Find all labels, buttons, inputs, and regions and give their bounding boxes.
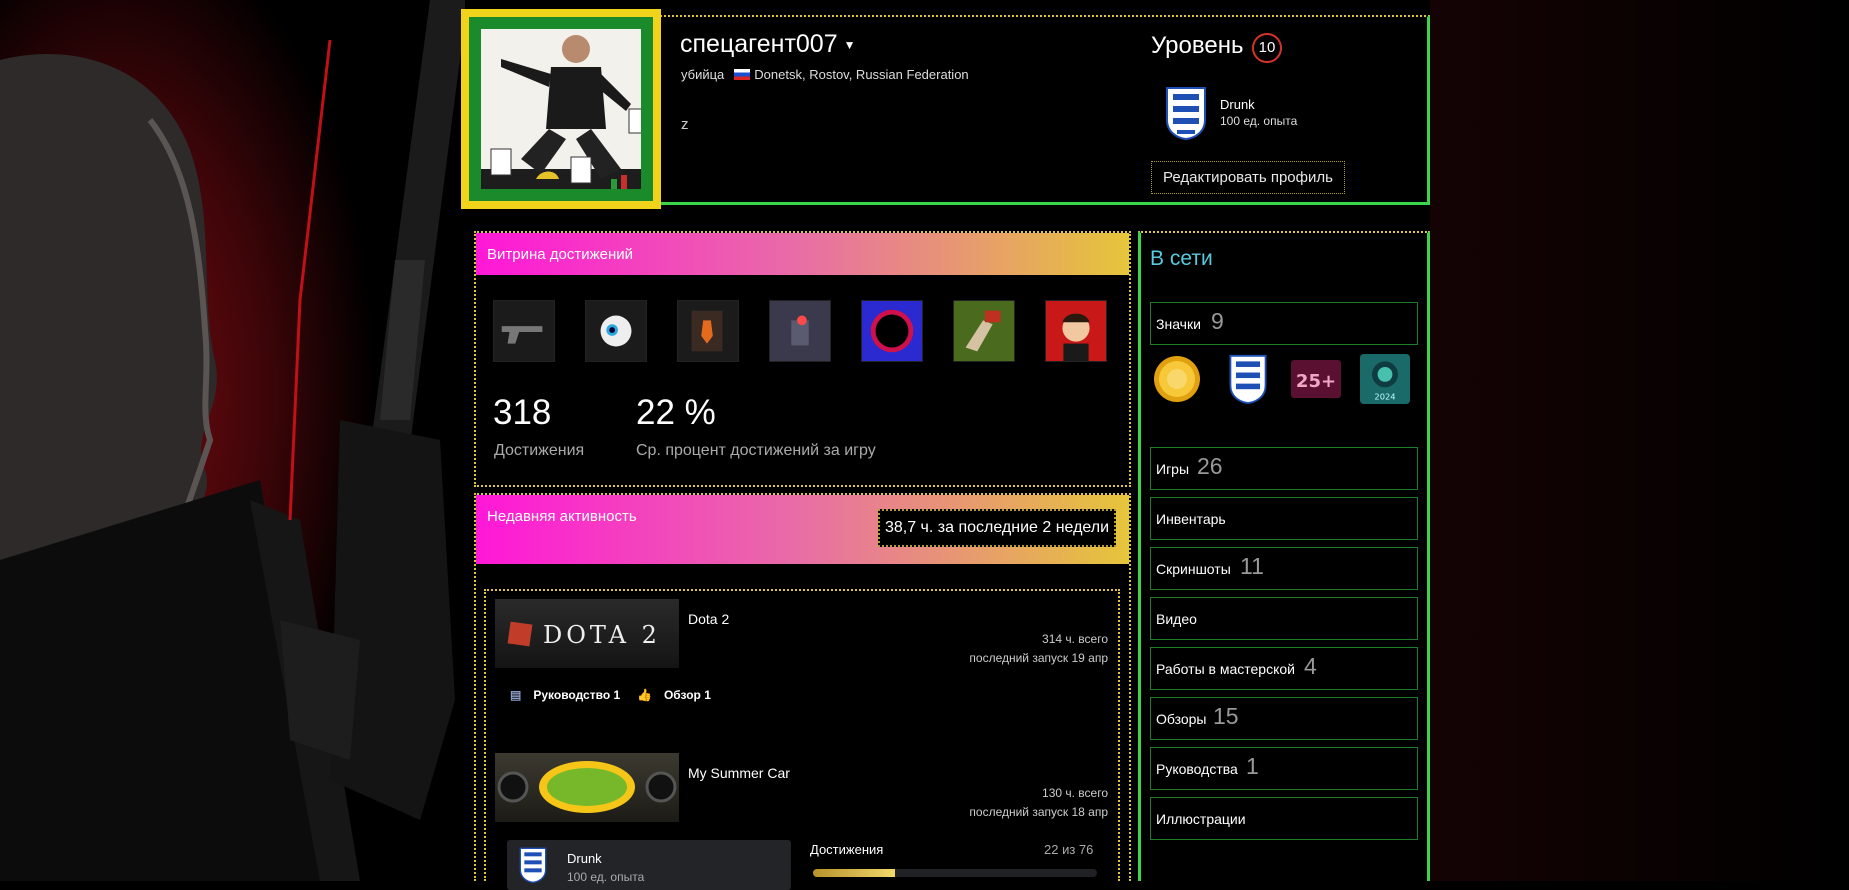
achievements-count: 318 (493, 393, 552, 432)
years-of-service-badge-icon[interactable]: 25+ (1291, 354, 1341, 404)
guides-link[interactable]: ▤ Руководство 1 (510, 688, 620, 702)
sidebar-item-label: Инвентарь (1156, 511, 1226, 527)
profile-subline: убийца Donetsk, Rostov, Russian Federatio… (681, 67, 969, 82)
steam-2024-badge-icon[interactable]: 2024 (1360, 354, 1410, 404)
game-achievements-progress: 22 из 76 (1044, 842, 1094, 857)
reviews-link-label: Обзор 1 (663, 688, 711, 702)
achievement-icon-lantern[interactable] (769, 300, 831, 362)
sidebar-item-inventory[interactable]: Инвентарь (1150, 497, 1418, 540)
sidebar-item-games[interactable]: Игры 26 (1150, 447, 1418, 490)
sidebar-item-count: 4 (1304, 653, 1317, 679)
achievement-icon-pistol[interactable] (493, 300, 555, 362)
sidebar-item-videos[interactable]: Видео (1150, 597, 1418, 640)
achievement-icon-portrait[interactable] (1045, 300, 1107, 362)
sidebar-item-count: 15 (1213, 703, 1239, 729)
game-total-hours: 130 ч. всего (1042, 786, 1108, 800)
favorite-badge-name: Drunk (1220, 97, 1255, 112)
achievements-progress-fill (813, 869, 896, 877)
avatar[interactable] (461, 9, 661, 209)
sidebar-item-guides[interactable]: Руководства 1 (1150, 747, 1418, 790)
reviews-link[interactable]: 👍 Обзор 1 (637, 688, 711, 702)
dota-logo-text: DOTA 2 (543, 621, 661, 649)
recent-activity-header: Недавняя активность 38,7 ч. за последние… (476, 495, 1129, 564)
edit-profile-button[interactable]: Редактировать профиль (1151, 161, 1345, 194)
achievement-icon-black-hole[interactable] (861, 300, 923, 362)
game-last-played: последний запуск 18 апр (969, 805, 1108, 819)
location: Donetsk, Rostov, Russian Federation (754, 67, 969, 82)
real-name: убийца (681, 67, 725, 82)
game-name[interactable]: Dota 2 (688, 611, 729, 627)
favorite-badge-xp: 100 ед. опыта (1220, 114, 1298, 128)
level-badge[interactable]: 10 (1252, 33, 1282, 63)
persona-name-text: спецагент007 (680, 30, 838, 58)
profile-summary: z (681, 116, 689, 133)
achievements-progress-bar (813, 869, 1097, 877)
sidebar-item-reviews[interactable]: Обзоры 15 (1150, 697, 1418, 740)
game-badge-card[interactable]: Drunk 100 ед. опыта (507, 840, 791, 890)
thumbs-up-icon: 👍 (637, 688, 652, 702)
avatar-image (481, 29, 641, 189)
sidebar-item-label: Значки (1156, 316, 1201, 332)
game-last-played: последний запуск 19 апр (969, 651, 1108, 665)
drunk-badge-icon[interactable] (1223, 354, 1273, 404)
sidebar-item-label: Работы в мастерской (1156, 661, 1295, 677)
sidebar-item-count: 1 (1246, 753, 1259, 779)
game-badge-name: Drunk (567, 851, 602, 866)
sidebar-item-label: Обзоры (1156, 711, 1207, 727)
showcase-title: Витрина достижений (487, 246, 634, 263)
sidebar-item-count: 11 (1240, 553, 1264, 579)
favorite-badge-icon[interactable] (1165, 86, 1207, 140)
recent-activity-title: Недавняя активность (487, 508, 637, 525)
recent-hours: 38,7 ч. за последние 2 недели (878, 509, 1116, 547)
avg-percent-value: 22 % (636, 393, 716, 432)
sidebar-item-badges[interactable]: Значки 9 (1150, 302, 1418, 345)
guides-link-label: Руководство 1 (533, 688, 621, 702)
game-capsule-my-summer-car[interactable] (495, 753, 679, 822)
game-badge-xp: 100 ед. опыта (567, 870, 645, 884)
sidebar-item-count: 9 (1211, 308, 1224, 334)
level-label: Уровень (1151, 32, 1244, 59)
achievement-icon-book[interactable] (677, 300, 739, 362)
achievement-icon-hand-tool[interactable] (953, 300, 1015, 362)
achievement-icon-robot-eye[interactable] (585, 300, 647, 362)
game-total-hours: 314 ч. всего (1042, 632, 1108, 646)
sidebar-item-label: Руководства (1156, 761, 1238, 777)
document-icon: ▤ (510, 688, 522, 702)
coin-badge-icon[interactable] (1152, 354, 1202, 404)
showcase-header: Витрина достижений (476, 233, 1129, 275)
achievements-label: Достижения (494, 442, 585, 459)
persona-name[interactable]: спецагент007 ▼ (680, 30, 856, 59)
badge-25-text: 25+ (1296, 371, 1336, 392)
sidebar-item-count: 26 (1197, 453, 1223, 479)
sidebar-item-label: Игры (1156, 461, 1190, 477)
chevron-down-icon[interactable]: ▼ (844, 38, 856, 52)
sidebar-item-artwork[interactable]: Иллюстрации (1150, 797, 1418, 840)
game-capsule-dota-2[interactable]: DOTA 2 (495, 599, 679, 668)
online-status: В сети (1150, 247, 1213, 270)
sidebar-item-screenshots[interactable]: Скриншоты 11 (1150, 547, 1418, 590)
sidebar-item-label: Иллюстрации (1156, 811, 1246, 827)
drunk-badge-icon (519, 847, 547, 883)
game-name[interactable]: My Summer Car (688, 765, 790, 781)
sidebar-item-workshop[interactable]: Работы в мастерской 4 (1150, 647, 1418, 690)
sidebar-item-label: Видео (1156, 611, 1197, 627)
game-achievements-label: Достижения (810, 842, 884, 857)
flag-icon (734, 69, 751, 80)
badge-2024-text: 2024 (1374, 391, 1395, 401)
sidebar-item-label: Скриншоты (1156, 561, 1231, 577)
avg-percent-label: Ср. процент достижений за игру (636, 442, 876, 459)
